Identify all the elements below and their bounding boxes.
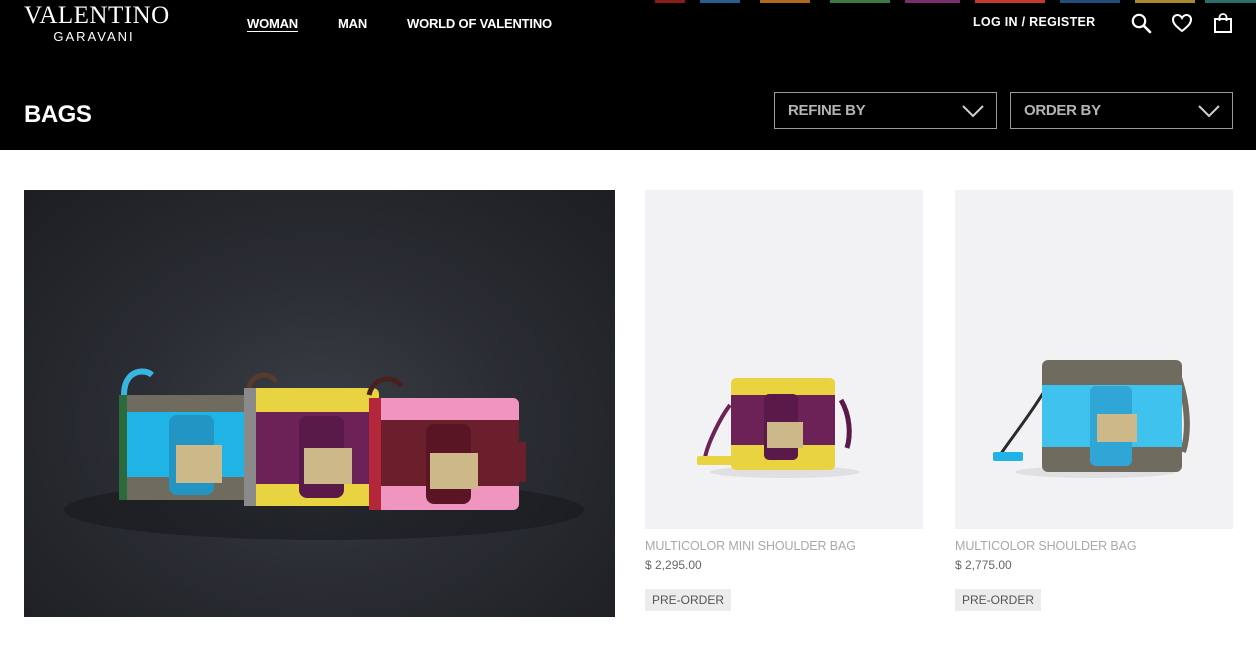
nav-man[interactable]: MAN [338,16,367,32]
pre-order-badge: PRE-ORDER [645,589,732,611]
brand-logo-line2: GARAVANI [53,29,135,44]
pre-order-badge: PRE-ORDER [955,589,1042,611]
bag-blue-image [119,368,249,500]
product-card[interactable]: MULTICOLOR SHOULDER BAG $ 2,775.00 PRE-O… [955,190,1233,611]
product-card[interactable]: MULTICOLOR MINI SHOULDER BAG $ 2,295.00 … [645,190,923,611]
top-color-stripe [0,0,1256,3]
chevron-down-icon [1198,105,1220,118]
order-by-label: ORDER BY [1024,102,1101,119]
login-register-link[interactable]: LOG IN / REGISTER [973,15,1095,29]
brand-logo-line1: VALENTINO [24,2,170,29]
product-price: $ 2,295.00 [645,558,702,572]
campaign-image[interactable] [24,190,615,617]
refine-by-label: REFINE BY [788,102,866,119]
site-header: VALENTINO GARAVANI WOMAN MAN WORLD OF VA… [0,0,1256,150]
heart-icon[interactable] [1171,12,1193,34]
brand-logo[interactable]: VALENTINO GARAVANI [24,2,170,44]
chevron-down-icon [962,105,984,118]
product-name[interactable]: MULTICOLOR SHOULDER BAG [955,539,1233,553]
bag-purple-yellow-image [244,372,379,506]
nav-world-of-valentino[interactable]: WORLD OF VALENTINO [407,16,552,32]
order-by-dropdown[interactable]: ORDER BY [1010,92,1233,129]
nav-woman[interactable]: WOMAN [247,16,298,32]
refine-by-dropdown[interactable]: REFINE BY [774,92,997,129]
product-price: $ 2,775.00 [955,558,1012,572]
product-name[interactable]: MULTICOLOR MINI SHOULDER BAG [645,539,923,553]
bag-pink-burgundy-image [366,376,526,510]
page-title: BAGS [24,101,92,128]
search-icon[interactable] [1130,12,1152,34]
product-image[interactable] [955,190,1233,529]
main-nav: WOMAN MAN WORLD OF VALENTINO [247,16,552,32]
product-image[interactable] [645,190,923,529]
shopping-bag-icon[interactable] [1212,12,1234,34]
